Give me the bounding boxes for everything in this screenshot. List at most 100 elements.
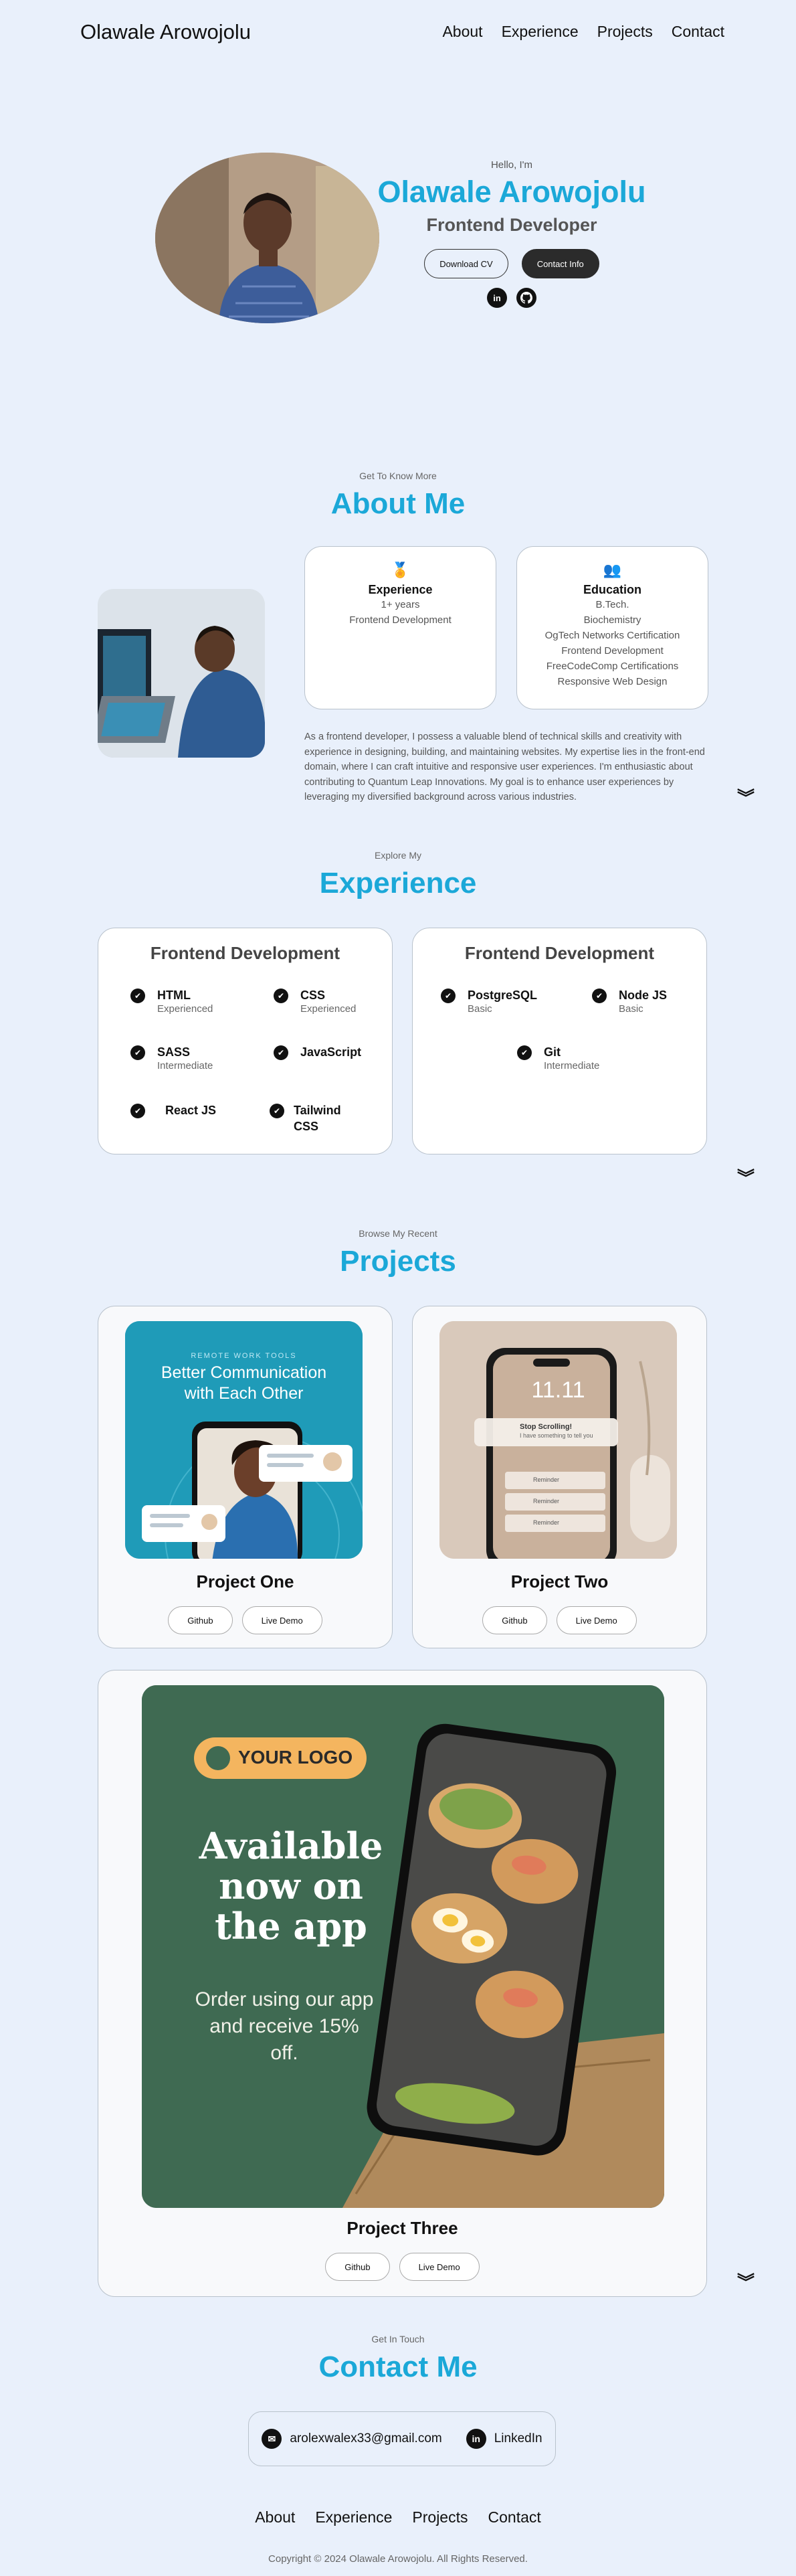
education-card-line: Biochemistry <box>583 614 641 626</box>
experience-title: Experience <box>319 867 477 899</box>
footer-link-about[interactable]: About <box>255 2508 295 2526</box>
check-icon: ✔ <box>130 989 145 1003</box>
project-title: Project Two <box>510 1571 609 1592</box>
project-buttons: Github Live Demo <box>98 1606 392 1634</box>
experience-card: Frontend Development ✔ HTML Experienced … <box>98 928 393 1154</box>
check-icon: ✔ <box>517 1045 532 1060</box>
check-icon: ✔ <box>441 989 456 1003</box>
project-title: Project Three <box>346 2218 458 2238</box>
linkedin-icon[interactable]: in <box>487 288 507 308</box>
project-two-notif-title: Stop Scrolling! <box>520 1423 573 1431</box>
projects-title: Projects <box>340 1245 456 1278</box>
skill-level: Intermediate <box>544 1060 600 1071</box>
skill-level: Basic <box>619 1003 643 1015</box>
users-icon: 👥 <box>603 562 622 578</box>
check-icon: ✔ <box>130 1104 145 1118</box>
project-card: 11.11 Stop Scrolling! I have something t… <box>412 1306 707 1648</box>
copyright-text: Copyright © 2024 Olawale Arowojolu. All … <box>268 2553 528 2565</box>
skill-name: PostgreSQL <box>468 989 538 1002</box>
project-three-headline: Available now on the app <box>199 1824 383 1948</box>
about-paragraph: As a frontend developer, I possess a val… <box>304 732 705 802</box>
project-two-image[interactable]: 11.11 Stop Scrolling! I have something t… <box>439 1321 677 1559</box>
email-icon: ✉ <box>262 2429 282 2449</box>
contact-info-button[interactable]: Contact Info <box>521 249 599 278</box>
footer-link-contact[interactable]: Contact <box>488 2508 541 2526</box>
site-logo[interactable]: Olawale Arowojolu <box>80 20 251 44</box>
project-one-headline: Better Communication with Each Other <box>161 1363 327 1403</box>
live-demo-button[interactable]: Live Demo <box>399 2253 480 2281</box>
education-card-line: Frontend Development <box>561 645 664 657</box>
check-icon: ✔ <box>270 1104 284 1118</box>
live-demo-button[interactable]: Live Demo <box>241 1606 322 1634</box>
check-icon: ✔ <box>274 989 288 1003</box>
about-photo <box>98 589 265 758</box>
github-button[interactable]: Github <box>325 2253 390 2281</box>
project-one-image[interactable]: REMOTE WORK TOOLS Better Communication w… <box>125 1321 363 1559</box>
project-card: REMOTE WORK TOOLS Better Communication w… <box>98 1306 393 1648</box>
experience-card-title: Frontend Development <box>150 943 340 963</box>
skill-level: Basic <box>468 1003 492 1015</box>
education-card-line: OgTech Networks Certification <box>544 630 680 641</box>
nav-link-contact[interactable]: Contact <box>672 23 724 41</box>
footer-link-experience[interactable]: Experience <box>315 2508 392 2526</box>
projects-subtitle: Browse My Recent <box>359 1228 437 1239</box>
experience-card-title: Experience <box>368 583 433 596</box>
nav-links: About Experience Projects Contact <box>442 23 724 41</box>
skill-name: Node JS <box>619 989 668 1002</box>
about-title: About Me <box>330 487 466 520</box>
check-icon: ✔ <box>592 989 607 1003</box>
hero-buttons: Download CV Contact Info <box>368 249 656 278</box>
github-button[interactable]: Github <box>168 1606 233 1634</box>
top-nav: Olawale Arowojolu About Experience Proje… <box>0 0 796 67</box>
scroll-down-arrow-icon[interactable]: ︾ <box>737 1165 755 1189</box>
linkedin-contact[interactable]: in LinkedIn <box>466 2429 542 2449</box>
scroll-down-arrow-icon[interactable]: ︾ <box>737 2269 755 2294</box>
education-card-line: FreeCodeComp Certifications <box>546 661 679 672</box>
footer-link-projects[interactable]: Projects <box>412 2508 468 2526</box>
skill-name: Git <box>544 1045 561 1059</box>
project-three-logo: YOUR LOGO <box>238 1747 353 1768</box>
project-title: Project One <box>196 1571 294 1592</box>
project-three-body: Order using our app and receive 15% off. <box>195 1988 374 2064</box>
about-subtitle: Get To Know More <box>359 470 437 481</box>
check-icon: ✔ <box>274 1045 288 1060</box>
nav-link-experience[interactable]: Experience <box>502 23 579 41</box>
skill-level: Experienced <box>300 1003 357 1015</box>
project-buttons: Github Live Demo <box>98 2253 706 2281</box>
project-card: YOUR LOGO Available now on the app Order… <box>98 1670 707 2297</box>
skill-level: Intermediate <box>157 1060 213 1071</box>
hero-greeting: Hello, I'm <box>490 159 533 171</box>
skill-name: Tailwind CSS <box>294 1104 341 1133</box>
linkedin-icon: in <box>466 2429 486 2449</box>
experience-card: Frontend Development ✔ PostgreSQL Basic … <box>412 928 707 1154</box>
contact-title: Contact Me <box>318 2350 478 2383</box>
email-contact[interactable]: ✉ arolexwalex33@gmail.com <box>262 2429 442 2449</box>
experience-subtitle: Explore My <box>374 850 422 861</box>
experience-card-title: Frontend Development <box>464 943 655 963</box>
nav-link-about[interactable]: About <box>442 23 482 41</box>
github-button[interactable]: Github <box>482 1606 547 1634</box>
education-card-title: Education <box>583 583 641 596</box>
medal-icon: 🏅 <box>391 562 410 578</box>
project-two-reminder: Reminder <box>533 1476 560 1483</box>
contact-box: ✉ arolexwalex33@gmail.com in LinkedIn <box>248 2411 556 2466</box>
skill-name: React JS <box>165 1104 217 1117</box>
nav-link-projects[interactable]: Projects <box>597 23 653 41</box>
live-demo-button[interactable]: Live Demo <box>556 1606 637 1634</box>
project-two-clock: 11.11 <box>531 1377 585 1403</box>
skill-name: SASS <box>157 1045 191 1059</box>
project-three-image[interactable]: YOUR LOGO Available now on the app Order… <box>142 1685 664 2208</box>
project-two-notif-body: I have something to tell you <box>520 1432 593 1439</box>
email-address[interactable]: arolexwalex33@gmail.com <box>290 2431 441 2446</box>
scroll-down-arrow-icon[interactable]: ︾ <box>737 784 755 809</box>
experience-card-line: Frontend Development <box>349 614 452 626</box>
education-summary-card: 👥 Education B.Tech. Biochemistry OgTech … <box>516 546 708 709</box>
footer-nav: About Experience Projects Contact <box>0 2508 796 2526</box>
download-cv-button[interactable]: Download CV <box>424 249 508 278</box>
hero-name: Olawale Arowojolu <box>377 175 646 209</box>
linkedin-link[interactable]: LinkedIn <box>494 2431 542 2446</box>
project-buttons: Github Live Demo <box>413 1606 706 1634</box>
project-two-reminder: Reminder <box>533 1498 560 1505</box>
github-icon[interactable] <box>516 288 536 308</box>
social-icons: in <box>368 288 656 308</box>
